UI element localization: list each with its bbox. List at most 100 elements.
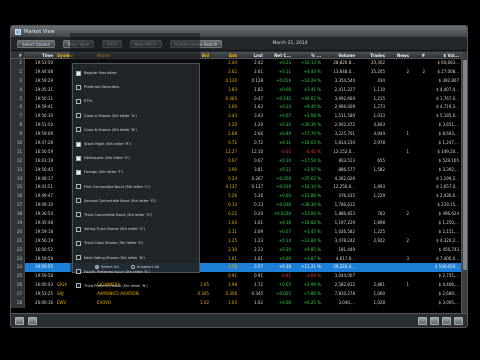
row-index: 15 bbox=[11, 183, 25, 193]
filter-option[interactable]: Class B Shares (5th letter 'B') bbox=[76, 123, 196, 137]
checkbox-unchecked[interactable] bbox=[76, 212, 81, 218]
col-header-net-change[interactable]: Net C... bbox=[265, 52, 293, 58]
filter-option[interactable]: First Convertible Bond (5th letter 'C') bbox=[76, 180, 196, 194]
row-trades bbox=[357, 255, 387, 264]
settings-icon[interactable] bbox=[442, 316, 451, 325]
row-time: 19:59:09 bbox=[35, 131, 53, 137]
row-dollar-value: $ 1,250,... bbox=[438, 220, 459, 226]
select-all-radio[interactable] bbox=[95, 265, 99, 269]
row-last: 1.61 bbox=[254, 255, 263, 261]
row-trades: 1,273 bbox=[373, 104, 385, 110]
row-volume: 1,197,229 bbox=[334, 220, 355, 226]
row-volume: 1,886,853 bbox=[334, 211, 355, 217]
row-net-change: +0.036 bbox=[276, 202, 291, 208]
filter-option[interactable]: ✓ Delinquent (5th letter 'E') bbox=[76, 151, 196, 165]
filter-option[interactable]: Next Voting Shares (5th letter 'N') bbox=[76, 250, 196, 264]
row-news bbox=[387, 175, 411, 184]
col-header-count[interactable]: # bbox=[411, 52, 427, 58]
table-view-icon[interactable] bbox=[15, 316, 24, 325]
checkbox-unchecked[interactable] bbox=[76, 184, 81, 190]
row-last: 0.47 bbox=[254, 95, 263, 101]
unselect-all-option[interactable]: Unselect All bbox=[130, 264, 159, 269]
col-header-percent[interactable]: % ... bbox=[293, 52, 323, 58]
filter-option-label: Third Class Shares (5th letter 'S') bbox=[84, 241, 144, 246]
row-index: 7 bbox=[11, 112, 25, 122]
row-news bbox=[387, 246, 411, 255]
row-net-change: +0.16 bbox=[278, 220, 291, 226]
checkbox-unchecked[interactable] bbox=[76, 269, 81, 275]
row-net-change: +0.23 bbox=[278, 60, 291, 65]
link-icon[interactable] bbox=[454, 316, 463, 325]
checkbox-checked[interactable]: ✓ bbox=[76, 70, 81, 76]
checkbox-unchecked[interactable] bbox=[76, 226, 81, 232]
checkbox-unchecked[interactable] bbox=[76, 283, 81, 289]
filter-option[interactable]: Third Preferred Issue (5th letter 'N') bbox=[76, 279, 196, 293]
filter-option[interactable]: Preferred Securities bbox=[76, 80, 196, 94]
row-count bbox=[411, 86, 427, 95]
checkbox-unchecked[interactable] bbox=[76, 84, 81, 90]
row-count bbox=[411, 228, 427, 237]
filter-option[interactable]: ✓ Regular Securities bbox=[76, 66, 196, 80]
filter-option[interactable]: Second Convertible Bond (5th letter 'D') bbox=[76, 194, 196, 208]
filter-option[interactable]: Voting Trust Shares (5th letter 'V') bbox=[76, 222, 196, 236]
checkbox-checked[interactable]: ✓ bbox=[76, 155, 81, 161]
filter-option[interactable]: Third Convertible Bond (5th letter 'G') bbox=[76, 208, 196, 222]
row-ask: 12.27 bbox=[225, 148, 237, 154]
filter-option-label: First Convertible Bond (5th letter 'C') bbox=[84, 184, 151, 189]
lock-icon[interactable] bbox=[430, 316, 439, 325]
filter-option[interactable]: Class A Shares (5th letter 'A') bbox=[76, 109, 196, 123]
checkbox-unchecked[interactable] bbox=[76, 113, 81, 119]
row-count bbox=[411, 237, 427, 246]
row-volume: 12,256,6... bbox=[333, 184, 355, 190]
col-header-news[interactable]: News bbox=[387, 52, 411, 58]
scrollbar-thumb[interactable] bbox=[463, 60, 467, 270]
row-index: 12 bbox=[11, 156, 25, 166]
row-news bbox=[387, 77, 411, 86]
col-header-time[interactable]: Time bbox=[25, 52, 55, 58]
row-percent: +36.36 % bbox=[301, 122, 321, 128]
row-news bbox=[387, 95, 411, 104]
row-dollar-value: $ 1,247,... bbox=[438, 140, 459, 146]
row-count bbox=[411, 201, 427, 210]
row-volume: 803,513 bbox=[338, 157, 355, 163]
row-index: 3 bbox=[11, 76, 25, 86]
select-quotes-button[interactable]: Select Quotes bbox=[17, 39, 55, 48]
filter-option[interactable]: ETFs bbox=[76, 94, 196, 108]
chart-view-icon[interactable] bbox=[28, 316, 37, 325]
col-header-dollar-value[interactable]: $ Val... bbox=[427, 52, 461, 58]
filter-option[interactable]: Third Class Shares (5th letter 'S') bbox=[76, 236, 196, 250]
row-count bbox=[411, 272, 427, 281]
checkbox-checked[interactable]: ✓ bbox=[76, 141, 81, 147]
filter-option[interactable]: ✓ Stock Right (5th letter 'R') bbox=[76, 137, 196, 151]
checkbox-unchecked[interactable] bbox=[76, 127, 81, 133]
row-percent: +12.88 % bbox=[301, 193, 321, 199]
excel-export-icon[interactable] bbox=[418, 316, 427, 325]
table-row[interactable]: 28 20:00:16 EWV EVOVO 1.02 1.03 1.02 +0.06 +6.25… bbox=[11, 299, 463, 308]
col-header-last[interactable]: Last bbox=[239, 52, 265, 58]
row-volume: 3,992,664 bbox=[334, 95, 355, 101]
filter-option[interactable]: ✓ Foreign (5th letter 'F') bbox=[76, 165, 196, 179]
checkbox-unchecked[interactable] bbox=[76, 98, 81, 104]
checkbox-unchecked[interactable] bbox=[76, 240, 81, 246]
col-header-volume[interactable]: Volume bbox=[323, 52, 357, 58]
checkbox-unchecked[interactable] bbox=[76, 255, 81, 261]
row-index: 28 bbox=[11, 299, 25, 308]
col-header-trades[interactable]: Trades bbox=[357, 52, 387, 58]
row-volume: 3,478,242 bbox=[334, 237, 355, 243]
filter-option-label: Class A Shares (5th letter 'A') bbox=[84, 113, 137, 118]
col-header-index[interactable]: # bbox=[11, 52, 25, 58]
row-trades bbox=[357, 148, 387, 157]
checkbox-checked[interactable]: ✓ bbox=[76, 169, 81, 175]
select-all-option[interactable]: Select All bbox=[95, 264, 119, 269]
row-index: 5 bbox=[11, 94, 25, 104]
row-net-change: +0.025 bbox=[276, 291, 291, 297]
row-last: 2.09 bbox=[254, 228, 263, 234]
row-net-change: +0.07 bbox=[278, 113, 291, 119]
checkbox-unchecked[interactable] bbox=[76, 198, 81, 204]
desktop-bottom-area bbox=[0, 330, 480, 360]
vertical-scrollbar[interactable] bbox=[461, 52, 467, 314]
unselect-all-radio[interactable] bbox=[130, 265, 135, 269]
col-header-ask[interactable]: Ask bbox=[211, 52, 239, 58]
row-count bbox=[411, 183, 427, 192]
row-ask: 0.22 bbox=[228, 211, 237, 217]
